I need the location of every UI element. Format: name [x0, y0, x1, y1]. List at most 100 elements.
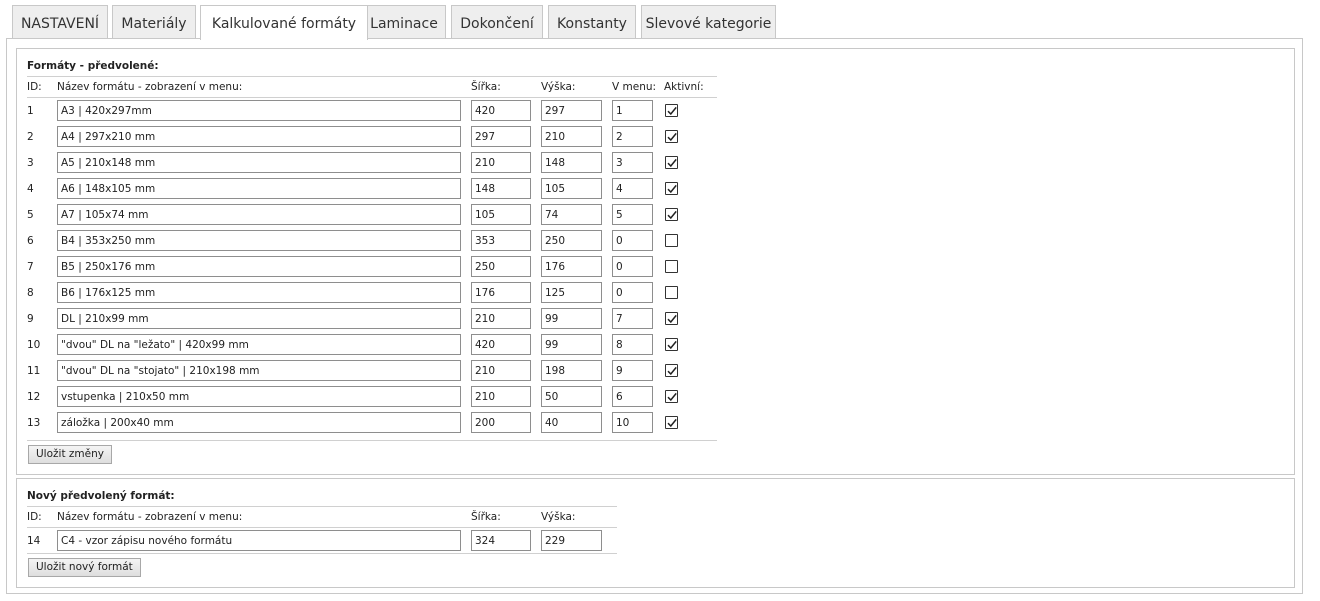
tab-konstanty[interactable]: Konstanty — [548, 5, 636, 39]
menu-order-input[interactable] — [612, 282, 653, 303]
checkmark-icon — [667, 158, 677, 168]
active-checkbox[interactable] — [665, 364, 678, 377]
format-name-input[interactable] — [57, 386, 461, 407]
active-checkbox[interactable] — [665, 416, 678, 429]
menu-order-input[interactable] — [612, 386, 653, 407]
checkmark-icon — [667, 314, 677, 324]
active-checkbox[interactable] — [665, 338, 678, 351]
menu-order-input[interactable] — [612, 308, 653, 329]
active-checkbox[interactable] — [665, 182, 678, 195]
format-name-input[interactable] — [57, 178, 461, 199]
format-name-input[interactable] — [57, 230, 461, 251]
width-input[interactable] — [471, 204, 531, 225]
header-height: Výška: — [541, 511, 576, 523]
width-input[interactable] — [471, 178, 531, 199]
active-checkbox[interactable] — [665, 312, 678, 325]
menu-order-input[interactable] — [612, 204, 653, 225]
tab-content-panel: Formáty - předvolené: ID: Název formátu … — [6, 38, 1303, 594]
checkmark-icon — [667, 106, 677, 116]
row-id: 11 — [27, 365, 41, 377]
width-input[interactable] — [471, 152, 531, 173]
row-id: 8 — [27, 287, 34, 299]
width-input[interactable] — [471, 256, 531, 277]
menu-order-input[interactable] — [612, 256, 653, 277]
format-name-input[interactable] — [57, 282, 461, 303]
checkmark-icon — [667, 184, 677, 194]
active-checkbox[interactable] — [665, 260, 678, 273]
header-name: Název formátu - zobrazení v menu: — [57, 511, 243, 523]
active-checkbox[interactable] — [665, 390, 678, 403]
save-changes-button[interactable]: Uložit změny — [28, 445, 112, 464]
height-input[interactable] — [541, 308, 602, 329]
active-checkbox[interactable] — [665, 286, 678, 299]
active-checkbox[interactable] — [665, 156, 678, 169]
divider — [27, 97, 717, 98]
new-format-name-input[interactable] — [57, 530, 461, 551]
menu-order-input[interactable] — [612, 178, 653, 199]
height-input[interactable] — [541, 152, 602, 173]
active-checkbox[interactable] — [665, 208, 678, 221]
presets-title: Formáty - předvolené: — [27, 60, 159, 72]
menu-order-input[interactable] — [612, 360, 653, 381]
new-format-width-input[interactable] — [471, 530, 531, 551]
tab-slevove-kategorie[interactable]: Slevové kategorie — [641, 5, 776, 39]
row-id: 5 — [27, 209, 34, 221]
height-input[interactable] — [541, 256, 602, 277]
height-input[interactable] — [541, 204, 602, 225]
tab-nastaveni[interactable]: NASTAVENÍ — [12, 5, 108, 39]
menu-order-input[interactable] — [612, 230, 653, 251]
active-checkbox[interactable] — [665, 234, 678, 247]
menu-order-input[interactable] — [612, 412, 653, 433]
tab-materialy[interactable]: Materiály — [112, 5, 196, 39]
row-id: 1 — [27, 105, 34, 117]
format-name-input[interactable] — [57, 360, 461, 381]
save-new-format-button[interactable]: Uložit nový formát — [28, 558, 141, 577]
width-input[interactable] — [471, 282, 531, 303]
tab-laminace[interactable]: Laminace — [362, 5, 446, 39]
header-menu: V menu: — [612, 81, 657, 93]
tab-dokonceni[interactable]: Dokončení — [451, 5, 543, 39]
format-name-input[interactable] — [57, 126, 461, 147]
width-input[interactable] — [471, 100, 531, 121]
tab-kalkulovane-formaty[interactable]: Kalkulované formáty — [200, 5, 368, 40]
width-input[interactable] — [471, 386, 531, 407]
format-name-input[interactable] — [57, 412, 461, 433]
header-name: Název formátu - zobrazení v menu: — [57, 81, 243, 93]
width-input[interactable] — [471, 360, 531, 381]
height-input[interactable] — [541, 100, 602, 121]
menu-order-input[interactable] — [612, 100, 653, 121]
format-name-input[interactable] — [57, 152, 461, 173]
divider — [27, 553, 617, 554]
width-input[interactable] — [471, 412, 531, 433]
format-name-input[interactable] — [57, 334, 461, 355]
height-input[interactable] — [541, 126, 602, 147]
height-input[interactable] — [541, 386, 602, 407]
format-name-input[interactable] — [57, 256, 461, 277]
height-input[interactable] — [541, 360, 602, 381]
menu-order-input[interactable] — [612, 152, 653, 173]
active-checkbox[interactable] — [665, 130, 678, 143]
row-id: 3 — [27, 157, 34, 169]
checkmark-icon — [667, 418, 677, 428]
width-input[interactable] — [471, 126, 531, 147]
width-input[interactable] — [471, 308, 531, 329]
format-name-input[interactable] — [57, 100, 461, 121]
new-format-height-input[interactable] — [541, 530, 602, 551]
width-input[interactable] — [471, 230, 531, 251]
row-id: 6 — [27, 235, 34, 247]
height-input[interactable] — [541, 230, 602, 251]
header-width: Šířka: — [471, 511, 501, 523]
format-name-input[interactable] — [57, 204, 461, 225]
height-input[interactable] — [541, 334, 602, 355]
row-id: 4 — [27, 183, 34, 195]
menu-order-input[interactable] — [612, 334, 653, 355]
height-input[interactable] — [541, 178, 602, 199]
active-checkbox[interactable] — [665, 104, 678, 117]
height-input[interactable] — [541, 282, 602, 303]
row-id: 7 — [27, 261, 34, 273]
divider — [27, 527, 617, 528]
width-input[interactable] — [471, 334, 531, 355]
menu-order-input[interactable] — [612, 126, 653, 147]
format-name-input[interactable] — [57, 308, 461, 329]
height-input[interactable] — [541, 412, 602, 433]
